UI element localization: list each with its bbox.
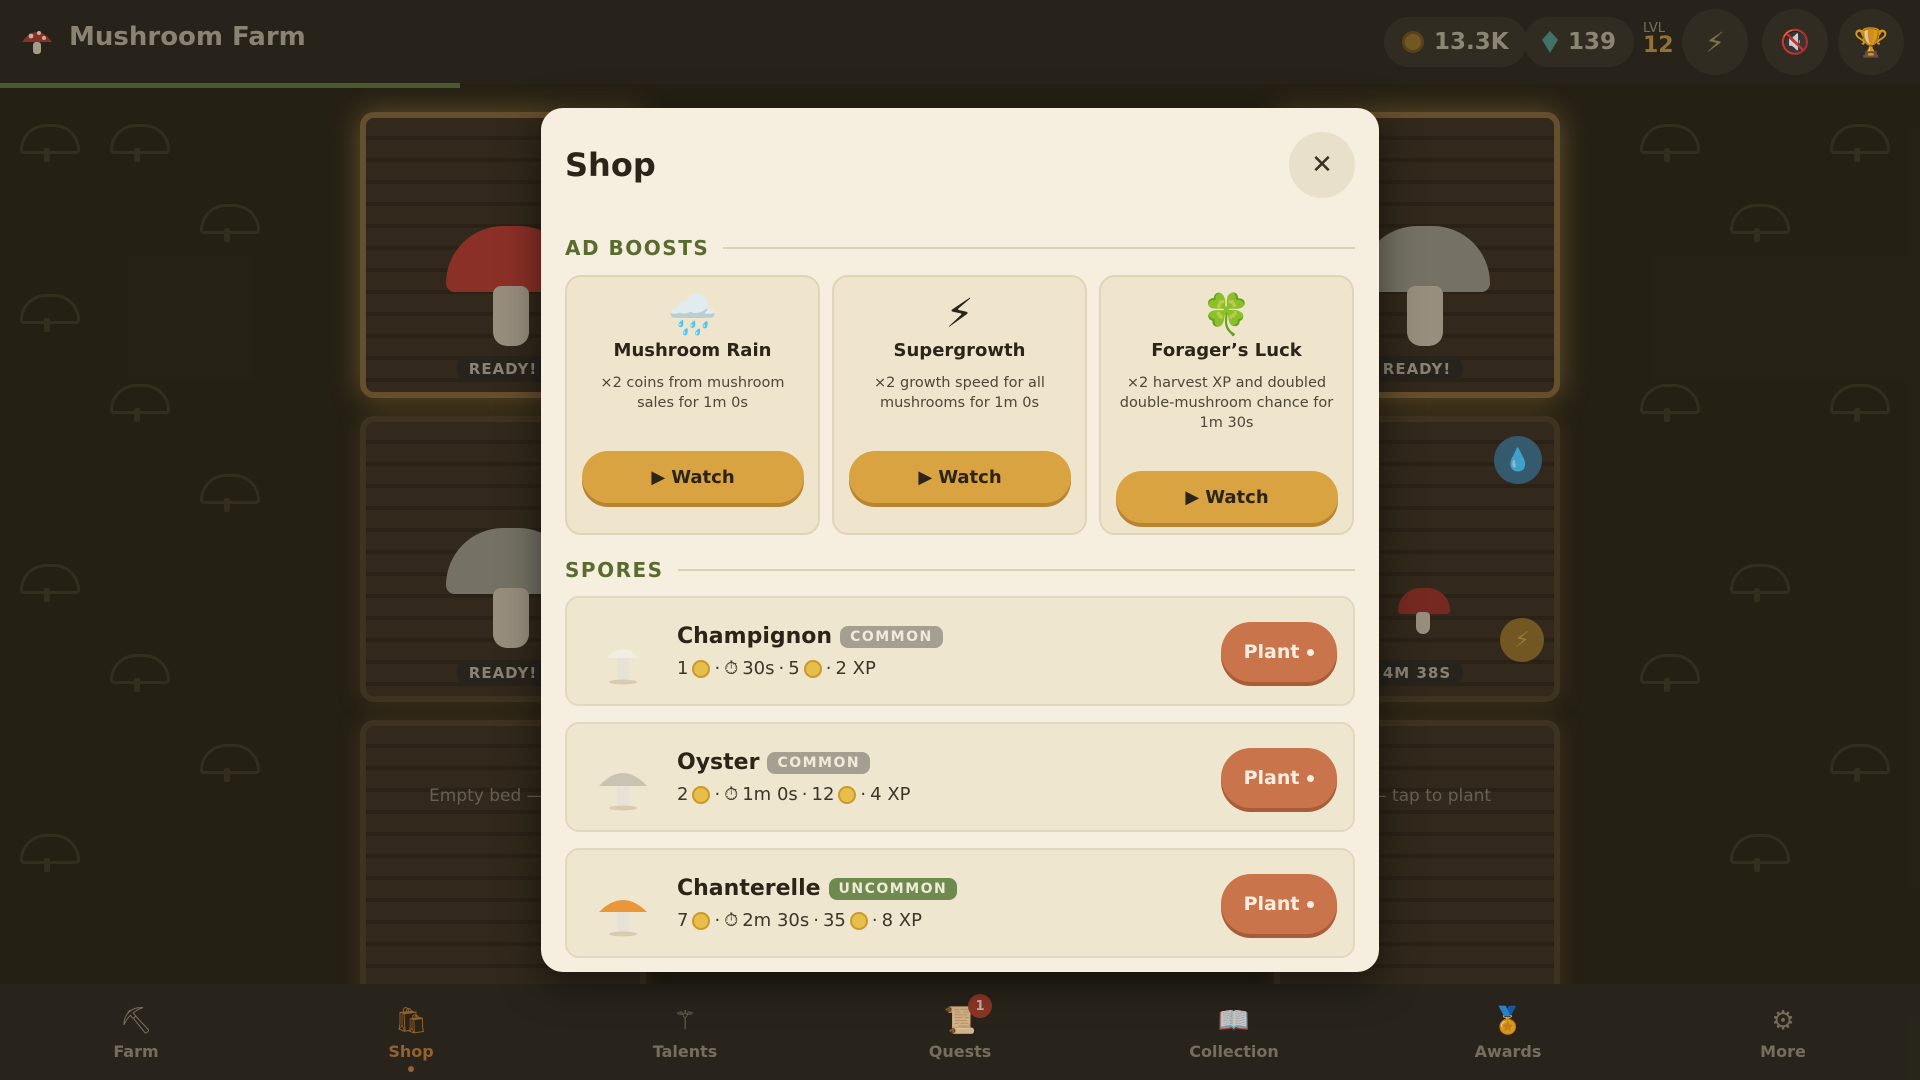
coin-icon	[692, 659, 711, 678]
separator: ·	[714, 658, 721, 679]
plant-label: Plant	[1243, 641, 1300, 663]
sell-value: 5	[788, 658, 800, 679]
rarity-badge: UNCOMMON	[828, 877, 958, 900]
plant-button[interactable]: Plant	[1221, 748, 1337, 808]
grow-time: 1m 0s	[742, 784, 798, 805]
grow-time: 2m 30s	[742, 910, 810, 931]
boost-description: ×2 coins from mushroom sales for 1m 0s	[600, 375, 785, 411]
boost-card-supergrowth: ⚡ Supergrowth ×2 growth speed for all mu…	[832, 275, 1087, 535]
spore-stats: 1 · ⏱ 30s · 5 · 2 XP	[677, 658, 876, 679]
rain-cloud-icon: 🌧️	[667, 291, 718, 338]
boost-description: ×2 growth speed for all mushrooms for 1m…	[874, 375, 1045, 411]
clover-icon: 🍀	[1201, 291, 1252, 338]
watch-ad-button[interactable]: ▶ Watch	[1116, 471, 1338, 523]
cost-value: 1	[677, 658, 689, 679]
separator: ·	[778, 658, 785, 679]
spore-stats: 2 · ⏱ 1m 0s · 12 · 4 XP	[677, 784, 911, 805]
dot-icon	[1307, 774, 1315, 782]
watch-ad-button[interactable]: ▶ Watch	[849, 451, 1071, 503]
plant-button[interactable]: Plant	[1221, 874, 1337, 934]
watch-ad-button[interactable]: ▶ Watch	[582, 451, 804, 503]
play-icon: ▶	[918, 466, 933, 488]
section-title: SPORES	[565, 558, 664, 582]
close-icon: ✕	[1311, 150, 1333, 180]
ad-boosts-header: AD BOOSTS	[565, 236, 1355, 260]
rarity-badge: COMMON	[767, 751, 871, 774]
cost-value: 2	[677, 784, 689, 805]
spore-title: Oyster COMMON	[677, 750, 871, 775]
shop-modal: Shop ✕ AD BOOSTS 🌧️ Mushroom Rain ×2 coi…	[541, 108, 1379, 972]
spore-row-oyster[interactable]: Oyster COMMON 2 · ⏱ 1m 0s · 12 · 4 XP Pl…	[565, 722, 1355, 832]
timer-icon: ⏱	[724, 784, 739, 805]
xp-value: 2 XP	[835, 658, 876, 679]
separator: ·	[871, 910, 878, 931]
plant-button[interactable]: Plant	[1221, 622, 1337, 682]
separator: ·	[860, 784, 867, 805]
boost-card-foragers-luck: 🍀 Forager’s Luck ×2 harvest XP and doubl…	[1099, 275, 1354, 535]
cost-value: 7	[677, 910, 689, 931]
spore-stats: 7 · ⏱ 2m 30s · 35 · 8 XP	[677, 910, 922, 931]
dot-icon	[1307, 648, 1315, 656]
watch-label: Watch	[938, 466, 1002, 488]
separator: ·	[825, 658, 832, 679]
watch-label: Watch	[671, 466, 735, 488]
xp-value: 8 XP	[881, 910, 922, 931]
boost-name: Supergrowth	[893, 340, 1026, 361]
oyster-mushroom-icon	[599, 773, 647, 811]
spore-title: Champignon COMMON	[677, 624, 943, 649]
separator: ·	[801, 784, 808, 805]
section-title: AD BOOSTS	[565, 236, 710, 260]
spore-row-champignon[interactable]: Champignon COMMON 1 · ⏱ 30s · 5 · 2 XP P…	[565, 596, 1355, 706]
sell-value: 35	[822, 910, 846, 931]
boost-name: Mushroom Rain	[613, 340, 772, 361]
watch-label: Watch	[1205, 486, 1269, 508]
rarity-badge: COMMON	[840, 625, 943, 648]
spores-header: SPORES	[565, 558, 1355, 582]
spore-name: Champignon	[677, 624, 833, 649]
champignon-mushroom-icon	[607, 649, 639, 685]
grow-time: 30s	[742, 658, 775, 679]
xp-value: 4 XP	[870, 784, 911, 805]
spore-name: Chanterelle	[677, 876, 821, 901]
separator: ·	[714, 784, 721, 805]
coin-icon	[849, 911, 868, 930]
timer-icon: ⏱	[724, 910, 739, 931]
modal-title: Shop	[565, 146, 656, 184]
spore-row-chanterelle[interactable]: Chanterelle UNCOMMON 7 · ⏱ 2m 30s · 35 ·…	[565, 848, 1355, 958]
boost-description: ×2 harvest XP and doubled double-mushroo…	[1119, 375, 1334, 431]
sell-value: 12	[811, 784, 835, 805]
lightning-icon: ⚡	[945, 291, 974, 337]
chanterelle-mushroom-icon	[599, 900, 647, 937]
boost-name: Forager’s Luck	[1151, 340, 1302, 361]
divider	[723, 247, 1355, 249]
play-icon: ▶	[651, 466, 666, 488]
timer-icon: ⏱	[724, 658, 739, 679]
dot-icon	[1307, 900, 1315, 908]
close-button[interactable]: ✕	[1289, 132, 1355, 198]
coin-icon	[803, 659, 822, 678]
coin-icon	[692, 911, 711, 930]
divider	[677, 569, 1355, 571]
plant-label: Plant	[1243, 893, 1300, 915]
separator: ·	[714, 910, 721, 931]
play-icon: ▶	[1185, 486, 1200, 508]
separator: ·	[813, 910, 819, 931]
coin-icon	[692, 785, 711, 804]
coin-icon	[838, 785, 857, 804]
spore-name: Oyster	[677, 750, 760, 775]
plant-label: Plant	[1243, 767, 1300, 789]
boost-card-mushroom-rain: 🌧️ Mushroom Rain ×2 coins from mushroom …	[565, 275, 820, 535]
spore-title: Chanterelle UNCOMMON	[677, 876, 958, 901]
